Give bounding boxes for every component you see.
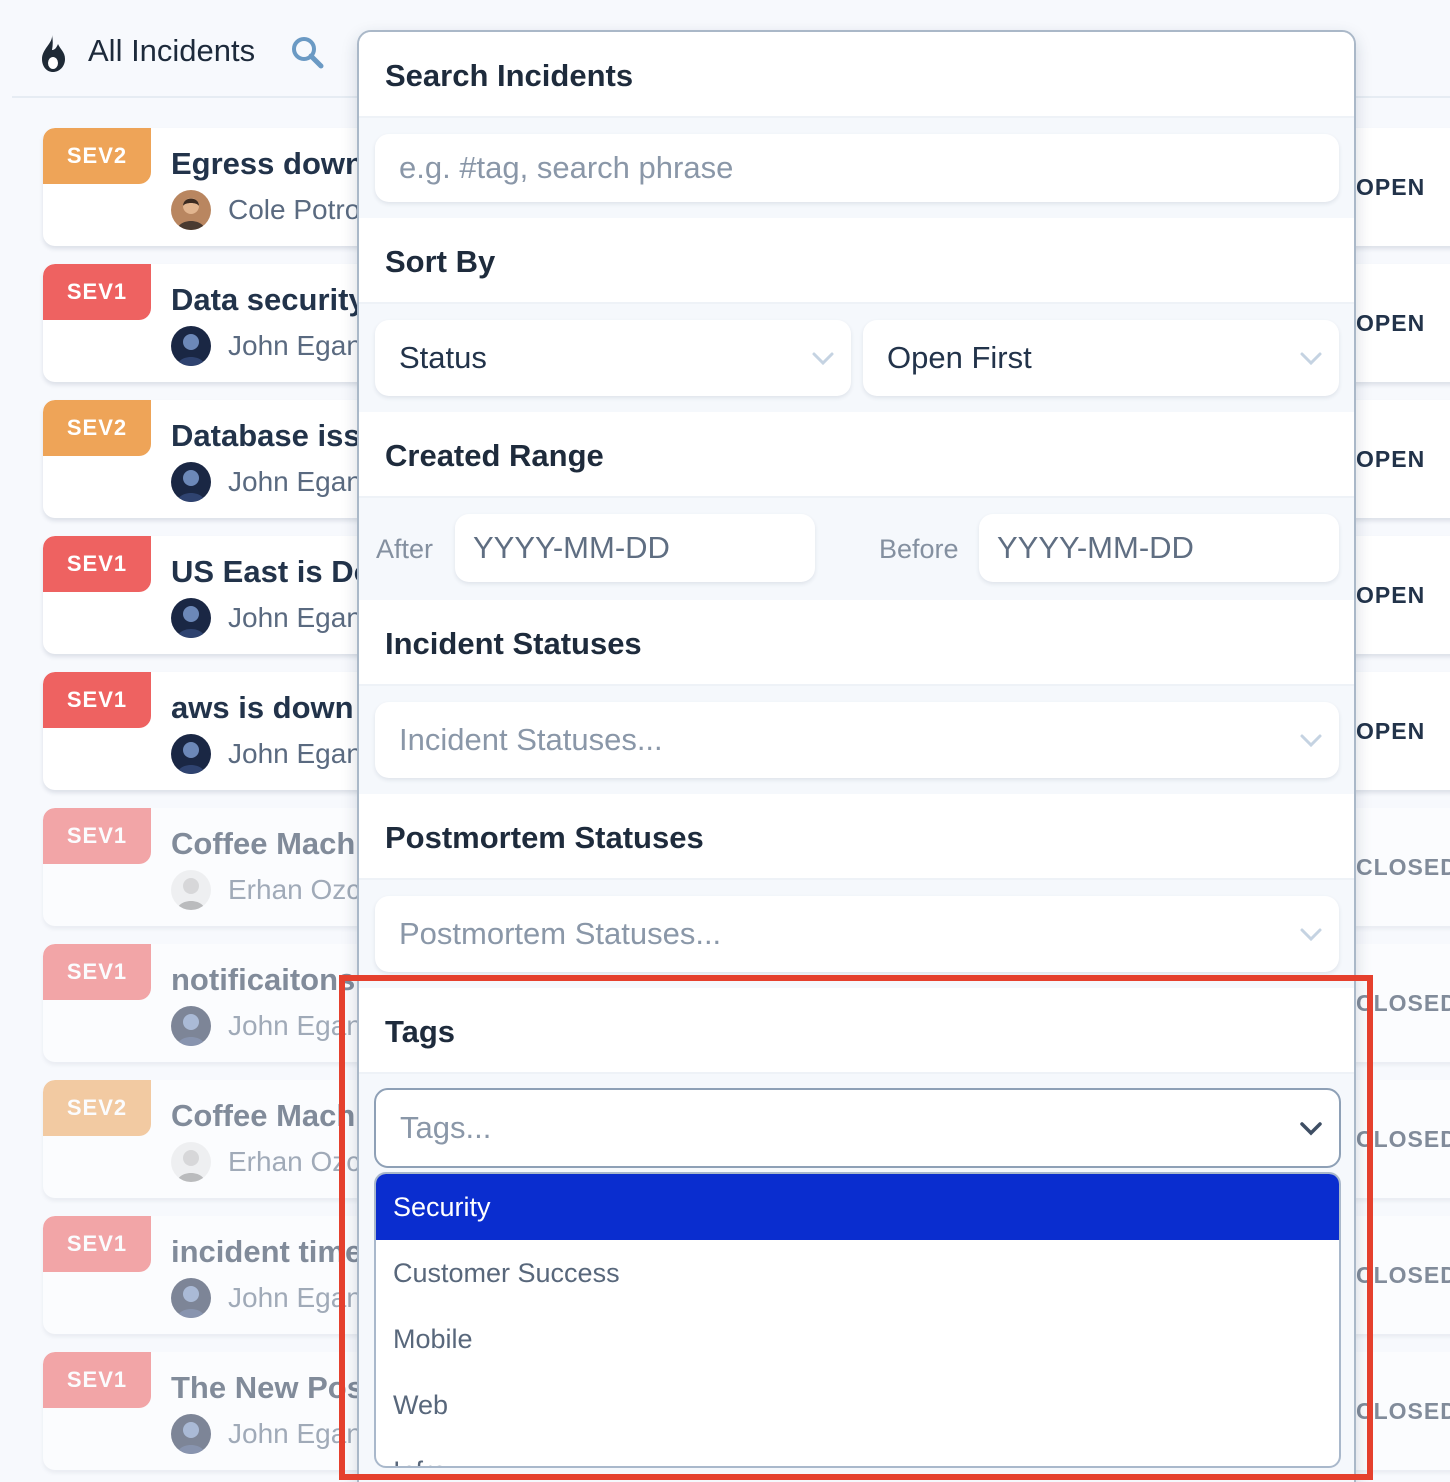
sort-section-heading: Sort By: [359, 218, 1354, 304]
chevron-down-icon: [1300, 734, 1322, 748]
avatar: [171, 1278, 211, 1318]
severity-badge: SEV1: [43, 1216, 151, 1272]
incident-statuses-heading: Incident Statuses: [359, 600, 1354, 686]
avatar: [171, 870, 211, 910]
after-date-input[interactable]: YYYY-MM-DD: [455, 514, 815, 582]
avatar: [171, 326, 211, 366]
avatar: [171, 734, 211, 774]
status-badge: OPEN: [1356, 582, 1426, 608]
before-date-input[interactable]: YYYY-MM-DD: [979, 514, 1339, 582]
severity-badge: SEV1: [43, 264, 151, 320]
severity-badge: SEV1: [43, 808, 151, 864]
avatar: [171, 1006, 211, 1046]
flame-icon: [42, 35, 65, 72]
status-badge: OPEN: [1356, 174, 1426, 200]
search-icon[interactable]: [290, 35, 324, 69]
incident-owner: John Egan: [228, 602, 362, 633]
severity-badge: SEV1: [43, 1352, 151, 1408]
avatar: [171, 190, 211, 230]
status-badge: OPEN: [1356, 310, 1426, 336]
search-input[interactable]: e.g. #tag, search phrase: [375, 134, 1339, 202]
severity-badge: SEV2: [43, 1080, 151, 1136]
incident-statuses-select[interactable]: Incident Statuses...: [375, 702, 1339, 778]
status-badge: OPEN: [1356, 718, 1426, 744]
sort-field-select[interactable]: Status: [375, 320, 851, 396]
after-label: After: [376, 534, 434, 564]
incident-title: Data security: [171, 282, 366, 317]
status-badge: CLOSED: [1356, 854, 1450, 880]
severity-badge: SEV2: [43, 400, 151, 456]
avatar: [171, 598, 211, 638]
before-label: Before: [879, 534, 959, 564]
incident-owner: John Egan: [228, 738, 362, 769]
created-range-heading: Created Range: [359, 412, 1354, 498]
status-badge: OPEN: [1356, 446, 1426, 472]
severity-badge: SEV2: [43, 128, 151, 184]
incident-owner: John Egan: [228, 466, 362, 497]
chevron-down-icon: [1300, 352, 1322, 366]
severity-badge: SEV1: [43, 536, 151, 592]
avatar: [171, 1142, 211, 1182]
incident-title: notificaitons: [171, 962, 356, 997]
postmortem-statuses-heading: Postmortem Statuses: [359, 794, 1354, 880]
incident-owner: John Egan: [228, 330, 362, 361]
incident-title: aws is down: [171, 690, 354, 725]
avatar: [171, 1414, 211, 1454]
highlight-box: [339, 975, 1373, 1480]
incident-title: Egress down: [171, 146, 364, 181]
postmortem-statuses-select[interactable]: Postmortem Statuses...: [375, 896, 1339, 972]
severity-badge: SEV1: [43, 944, 151, 1000]
search-section-heading: Search Incidents: [359, 32, 1354, 118]
avatar: [171, 462, 211, 502]
sort-order-select[interactable]: Open First: [863, 320, 1339, 396]
chevron-down-icon: [1300, 928, 1322, 942]
page-title: All Incidents: [88, 33, 256, 68]
severity-badge: SEV1: [43, 672, 151, 728]
chevron-down-icon: [812, 352, 834, 366]
